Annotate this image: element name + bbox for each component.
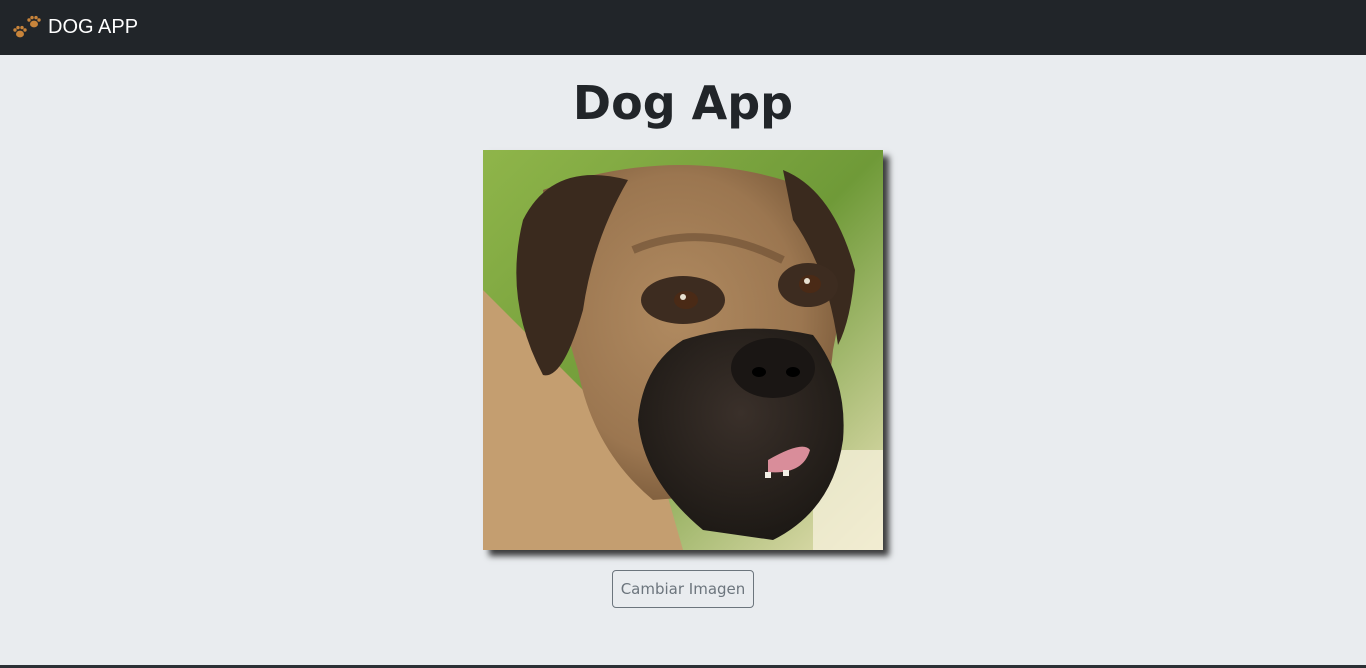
dog-photo — [483, 150, 883, 550]
page-title: Dog App — [572, 76, 794, 130]
paw-prints-icon — [12, 15, 42, 41]
navbar: DOG APP — [0, 0, 1366, 55]
change-image-button[interactable]: Cambiar Imagen — [612, 570, 754, 608]
brand-label: DOG APP — [48, 16, 139, 38]
brand-link[interactable]: DOG APP — [12, 15, 138, 41]
